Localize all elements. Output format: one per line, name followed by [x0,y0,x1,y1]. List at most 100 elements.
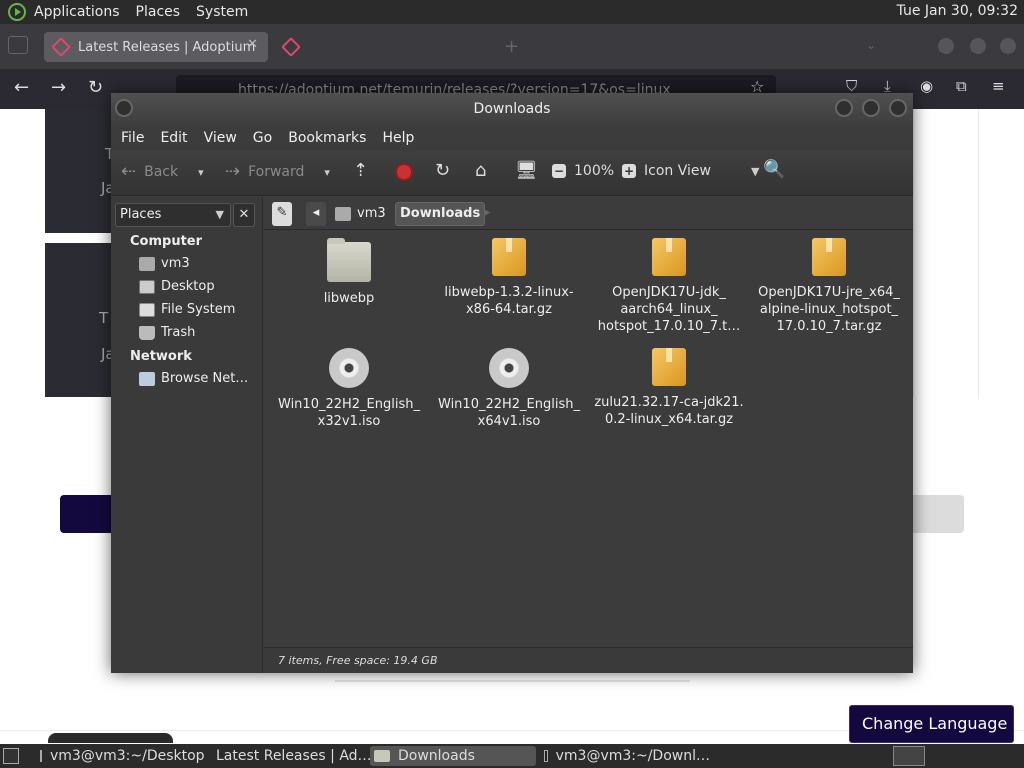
sidebar-item-label: Desktop [161,279,215,294]
task-label: Latest Releases | Ad… [216,748,372,764]
computer-icon[interactable]: 🖥 [515,162,538,180]
chevron-down-icon[interactable]: ▾ [198,166,204,179]
window-title: Downloads [473,101,551,117]
task-terminal-desktop[interactable]: vm3@vm3:~/Desktop [36,746,205,766]
zoom-out-icon[interactable]: − [552,164,566,178]
window-menu-icon[interactable] [115,99,133,117]
chevron-left-icon[interactable]: ◂ [306,202,326,226]
task-downloads[interactable]: Downloads [370,746,536,766]
file-name-line: Win10_22H2_English_ [278,397,420,412]
search-icon[interactable]: 🔍 [763,161,785,179]
file-name-line: OpenJDK17U-jdk_ [612,285,726,300]
path-button-vm3[interactable]: vm3 [331,202,390,226]
minimize-icon[interactable] [835,99,853,117]
browser-tab-adoptium[interactable]: Latest Releases | Adoptium ✕ [44,32,268,62]
menu-edit[interactable]: Edit [160,130,187,146]
menu-view[interactable]: View [204,130,237,146]
minimize-icon[interactable] [938,38,954,54]
back-label: Back [144,164,179,180]
menu-help[interactable]: Help [382,130,414,146]
section-header-network: Network [130,349,192,364]
account-icon[interactable]: ◉ [920,77,933,95]
window-titlebar[interactable]: Downloads [111,93,913,125]
forward-button[interactable]: ⇢ Forward ▾ [225,163,330,181]
up-arrow-icon[interactable]: ⇡ [353,162,368,180]
file-name-line: 0.2-linux_x64.tar.gz [604,412,734,427]
toolbar: ⇠ Back ▾ ⇢ Forward ▾ ⇡ ↻ ⌂ 🖥 − 100% + Ic… [111,151,913,196]
menu-system[interactable]: System [196,4,248,20]
chevron-down-icon[interactable]: ▾ [324,166,330,179]
show-desktop-icon[interactable] [3,748,19,764]
extensions-icon[interactable]: ⧉ [956,77,967,95]
view-mode-select[interactable]: Icon View ▼ [644,163,759,179]
edit-location-icon[interactable]: ✎ [272,202,292,226]
adoptium-favicon-icon [51,37,71,57]
new-tab-icon[interactable]: + [504,36,519,57]
sidebar-item-browse-network[interactable]: Browse Net… [139,371,248,386]
sidebar-item-desktop[interactable]: Desktop [139,279,215,294]
places-combo[interactable]: Places ▼ [115,203,231,227]
file-name-line: hotspot_17.0.10_7.t… [597,319,741,334]
reload-icon[interactable]: ↻ [435,162,450,180]
menu-hamburger-icon[interactable]: ≡ [992,77,1005,95]
terminal-icon [40,750,42,762]
close-sidepane-icon[interactable]: ✕ [233,203,255,227]
menu-bookmarks[interactable]: Bookmarks [288,130,366,146]
reload-icon[interactable]: ↻ [88,77,103,98]
file-item[interactable]: Win10_22H2_English_ x32v1.iso [274,348,424,430]
file-name-line: zulu21.32.17-ca-jdk21. [594,395,744,410]
chevron-right-icon[interactable]: ▸ [480,202,495,226]
workspace-switcher[interactable] [893,746,925,766]
view-mode-value: Icon View [644,163,711,179]
task-label: Downloads [398,748,475,764]
release-card: T Ja [45,109,115,233]
file-name-line: alpine-linux_hotspot_ [759,302,899,317]
back-arrow-icon[interactable]: ← [14,77,29,98]
home-icon[interactable]: ⌂ [475,162,486,180]
back-button[interactable]: ⇠ Back ▾ [121,163,204,181]
close-window-icon[interactable] [1000,38,1016,54]
change-language-button[interactable]: Change Language ▾ [849,705,1014,768]
sidebar-item-label: File System [161,302,236,317]
sidebar-item-vm3[interactable]: vm3 [139,256,190,271]
download-button[interactable] [60,495,111,533]
menu-file[interactable]: File [121,130,144,146]
menu-places[interactable]: Places [136,4,181,20]
package-icon [652,238,686,276]
tab-overview-icon[interactable] [8,36,28,54]
menu-applications[interactable]: Applications [34,4,120,20]
zoom-in-icon[interactable]: + [622,164,637,178]
sidebar-item-file-system[interactable]: File System [139,302,235,317]
panel-menu-bar: Applications Places System [8,3,248,21]
maximize-icon[interactable] [970,38,986,54]
home-folder-icon [335,207,351,221]
close-icon[interactable]: ✕ [247,37,258,52]
browser-tab-2[interactable] [274,32,494,62]
clock[interactable]: Tue Jan 30, 09:32 [897,3,1018,19]
sidebar-item-label: Trash [161,325,196,340]
release-card: T Ja [45,243,115,397]
file-name-line: OpenJDK17U-jre_x64_ [758,285,900,300]
file-item[interactable]: Win10_22H2_English_ x64v1.iso [434,348,584,430]
close-icon[interactable] [889,99,907,117]
distro-logo-icon[interactable] [8,3,26,21]
file-item[interactable]: libwebp [274,238,424,307]
file-item[interactable]: zulu21.32.17-ca-jdk21. 0.2-linux_x64.tar… [594,348,744,428]
task-firefox[interactable]: Latest Releases | Ad… [204,746,372,766]
browser-tab-label: Latest Releases | Adoptium [78,39,256,55]
sidebar-item-trash[interactable]: Trash [139,325,195,340]
file-item[interactable]: OpenJDK17U-jdk_ aarch64_linux_ hotspot_1… [594,238,744,335]
menu-go[interactable]: Go [253,130,272,146]
path-button-downloads[interactable]: Downloads [395,202,486,226]
maximize-icon[interactable] [862,99,880,117]
divider [335,680,690,682]
folder-icon [374,750,390,762]
forward-arrow-icon[interactable]: → [51,77,66,98]
secondary-button[interactable] [913,495,964,533]
file-item[interactable]: OpenJDK17U-jre_x64_ alpine-linux_hotspot… [754,238,904,335]
stop-button[interactable] [395,163,413,181]
task-terminal-downloads[interactable]: vm3@vm3:~/Downl… [540,746,710,766]
file-item[interactable]: libwebp-1.3.2-linux- x86-64.tar.gz [434,238,584,318]
forward-label: Forward [248,164,305,180]
tab-list-icon[interactable]: ⌄ [866,38,876,52]
